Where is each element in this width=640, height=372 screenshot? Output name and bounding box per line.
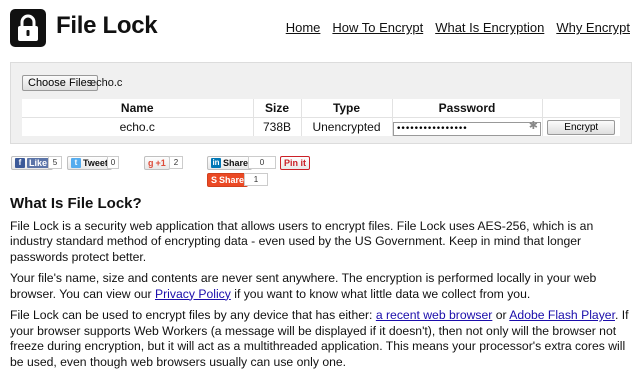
facebook-icon: f bbox=[15, 158, 25, 168]
nav-why-encrypt[interactable]: Why Encrypt bbox=[556, 20, 630, 35]
google-plus-button[interactable]: g +1 bbox=[144, 156, 170, 170]
linkedin-share-button[interactable]: in Share bbox=[207, 156, 253, 170]
nav-how-to-encrypt[interactable]: How To Encrypt bbox=[332, 20, 423, 35]
site-title[interactable]: File Lock bbox=[56, 12, 158, 40]
facebook-count: 5 bbox=[48, 156, 62, 169]
column-header-password: Password bbox=[392, 99, 543, 118]
action-cell: Encrypt bbox=[542, 117, 620, 136]
column-header-action bbox=[542, 99, 620, 118]
facebook-like-button[interactable]: f Like bbox=[11, 156, 54, 170]
pinterest-pin-label: Pin it bbox=[284, 158, 306, 168]
encrypt-panel: Choose Files echo.c Name Size Type Passw… bbox=[10, 62, 632, 144]
table-header-row: Name Size Type Password bbox=[22, 99, 620, 118]
main-nav: Home How To Encrypt What Is Encryption W… bbox=[286, 20, 630, 35]
file-type-cell: Unencrypted bbox=[301, 117, 393, 136]
site-header: File Lock Home How To Encrypt What Is En… bbox=[0, 0, 640, 56]
column-header-name: Name bbox=[22, 99, 254, 118]
article-paragraph-1: File Lock is a security web application … bbox=[10, 218, 594, 264]
google-plus-count: 2 bbox=[169, 156, 183, 169]
column-header-size: Size bbox=[253, 99, 302, 118]
stumbleupon-icon: S bbox=[211, 175, 218, 185]
article-paragraph-3: File Lock can be used to encrypt files b… bbox=[10, 308, 629, 369]
table-row: echo.c 738B Unencrypted ✱ Encrypt bbox=[22, 117, 620, 136]
column-header-type: Type bbox=[301, 99, 393, 118]
stumbleupon-share-button[interactable]: S Share bbox=[207, 173, 249, 187]
article-heading: What Is File Lock? bbox=[10, 195, 142, 212]
files-table: Name Size Type Password echo.c 738B Unen… bbox=[22, 99, 620, 136]
password-input[interactable] bbox=[393, 121, 541, 136]
nav-home[interactable]: Home bbox=[286, 20, 321, 35]
google-plus-icon: g bbox=[148, 158, 154, 168]
nav-what-is-encryption[interactable]: What Is Encryption bbox=[435, 20, 544, 35]
pinterest-pin-button[interactable]: Pin it bbox=[280, 156, 310, 170]
tweet-button[interactable]: t Tweet bbox=[67, 156, 112, 170]
choose-files-button[interactable]: Choose Files bbox=[22, 75, 99, 91]
tweet-count: 0 bbox=[107, 156, 119, 169]
password-cell: ✱ bbox=[392, 117, 543, 136]
file-size-cell: 738B bbox=[253, 117, 302, 136]
password-reveal-icon[interactable]: ✱ bbox=[529, 119, 538, 132]
file-name-cell: echo.c bbox=[22, 117, 254, 136]
adobe-flash-player-link[interactable]: Adobe Flash Player bbox=[509, 308, 615, 322]
encrypt-button[interactable]: Encrypt bbox=[547, 119, 616, 135]
linkedin-icon: in bbox=[211, 158, 221, 168]
article-paragraph-2: Your file's name, size and contents are … bbox=[10, 271, 597, 301]
linkedin-count: 0 bbox=[248, 156, 276, 169]
recent-web-browser-link[interactable]: a recent web browser bbox=[376, 308, 493, 322]
lock-icon bbox=[10, 9, 46, 47]
privacy-policy-link[interactable]: Privacy Policy bbox=[155, 287, 231, 301]
selected-file-name: echo.c bbox=[90, 77, 123, 89]
article: What Is File Lock? File Lock is a securi… bbox=[10, 196, 630, 372]
stumbleupon-count: 1 bbox=[244, 173, 268, 186]
twitter-icon: t bbox=[71, 158, 81, 168]
